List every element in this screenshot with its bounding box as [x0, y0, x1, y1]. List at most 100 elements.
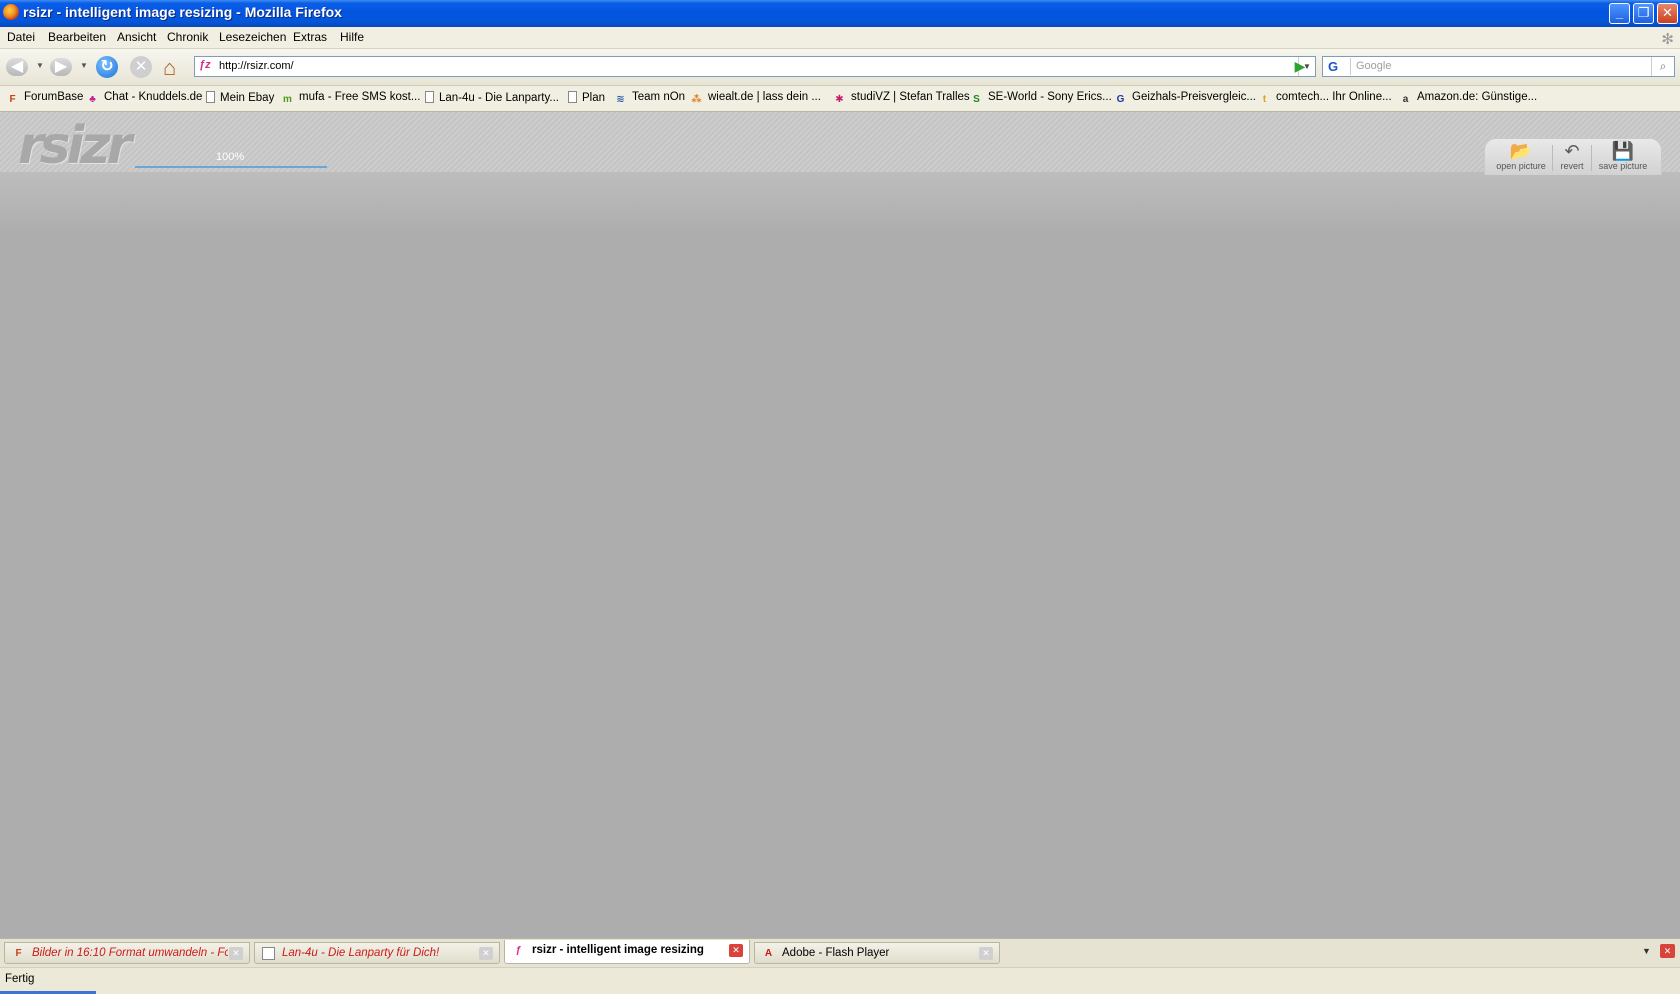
window-title: rsizr - intelligent image resizing - Moz…	[23, 4, 342, 20]
bookmark-item[interactable]: S SE-World - Sony Erics...	[970, 91, 1112, 106]
forumbase-icon: F	[9, 94, 16, 105]
bookmarks-toolbar: F ForumBase ♣ Chat - Knuddels.de Mein Ebay m m…	[0, 86, 1680, 112]
bookmark-label: ForumBase	[24, 91, 84, 103]
menu-bearbeiten[interactable]: Bearbeiten	[48, 30, 106, 44]
throbber-icon: ✻	[1661, 31, 1674, 48]
tab-label: Lan-4u - Die Lanparty für Dich!	[282, 947, 440, 959]
tab-label: rsizr - intelligent image resizing	[532, 944, 704, 956]
bookmark-label: Lan-4u - Die Lanparty...	[439, 92, 559, 104]
revert-icon: ↶	[1564, 141, 1580, 161]
bookmark-item[interactable]: ⁂ wiealt.de | lass dein ...	[690, 91, 821, 106]
bookmark-item[interactable]: G Geizhals-Preisvergleic...	[1114, 91, 1256, 106]
menu-bar: Datei Bearbeiten Ansicht Chronik Lesezei…	[0, 27, 1680, 49]
minimize-button[interactable]: _	[1609, 3, 1630, 24]
tab-label: Adobe - Flash Player	[782, 947, 890, 959]
stop-icon: ✕	[130, 56, 152, 78]
url-bar[interactable]: ƒz http://rsizr.com/ ▼	[194, 56, 1316, 77]
page-icon	[262, 947, 275, 960]
bookmark-label: Team nOn	[632, 91, 686, 103]
wiealt-icon: ⁂	[691, 94, 702, 105]
open-picture-label: open picture	[1496, 161, 1546, 171]
rsizr-header: rsizr 100% 📂 open picture ↶ revert 💾 sav…	[0, 112, 1680, 176]
forward-button[interactable]: ▶	[50, 55, 74, 79]
tool-panel: 📂 open picture ↶ revert 💾 save picture	[1484, 138, 1662, 175]
open-folder-icon: 📂	[1509, 141, 1533, 161]
browser-tab[interactable]: ƒ rsizr - intelligent image resizing ✕	[504, 940, 750, 964]
navigation-toolbar: ◀ ▼ ▶ ▼ ↻ ✕ ⌂ ƒz http://rsizr.com/ ▼ ▶ G…	[0, 49, 1680, 86]
bookmark-label: Plan	[582, 92, 606, 104]
status-text: Fertig	[5, 973, 35, 985]
bookmark-item[interactable]: Mein Ebay	[206, 91, 274, 104]
bookmark-label: wiealt.de | lass dein ...	[708, 91, 821, 103]
close-tab-icon[interactable]: ✕	[729, 944, 743, 957]
open-picture-button[interactable]: 📂 open picture	[1493, 141, 1549, 171]
bookmark-item[interactable]: F ForumBase	[6, 91, 83, 106]
rsizr-icon: ƒ	[515, 945, 522, 956]
browser-tab[interactable]: F Bilder in 16:10 Format umwandeln - Fo..…	[4, 942, 250, 964]
firefox-icon[interactable]	[3, 4, 19, 20]
bookmark-item[interactable]: ≋ Team nOn	[614, 91, 685, 106]
browser-tab[interactable]: A Adobe - Flash Player ✕	[754, 942, 1000, 964]
save-picture-label: save picture	[1598, 161, 1648, 171]
menu-chronik[interactable]: Chronik	[167, 30, 208, 44]
url-text[interactable]: http://rsizr.com/	[219, 60, 294, 72]
revert-button[interactable]: ↶ revert	[1556, 141, 1588, 171]
window-titlebar[interactable]: rsizr - intelligent image resizing - Moz…	[0, 0, 1680, 27]
bookmark-item[interactable]: Lan-4u - Die Lanparty...	[425, 91, 559, 104]
bookmark-label: SE-World - Sony Erics...	[988, 91, 1112, 103]
home-button[interactable]: ⌂	[163, 55, 187, 80]
page-content: rsizr 100% 📂 open picture ↶ revert 💾 sav…	[0, 112, 1680, 938]
studivz-icon: ✱	[835, 94, 844, 105]
search-box[interactable]: G Google ⌕	[1322, 56, 1675, 77]
menu-lesezeichen[interactable]: Lesezeichen	[219, 30, 286, 44]
maximize-button[interactable]: ❐	[1633, 3, 1654, 24]
menu-ansicht[interactable]: Ansicht	[117, 30, 156, 44]
bookmark-item[interactable]: ♣ Chat - Knuddels.de	[86, 91, 202, 106]
close-tab-icon[interactable]: ✕	[979, 947, 993, 960]
bookmark-label: comtech... Ihr Online...	[1276, 91, 1392, 103]
bookmark-label: studiVZ | Stefan Tralles	[851, 91, 970, 103]
bookmark-item[interactable]: ✱ studiVZ | Stefan Tralles	[833, 91, 970, 106]
tab-list-dropdown[interactable]: ▼	[1642, 946, 1651, 956]
stop-button[interactable]: ✕	[130, 55, 154, 79]
rsizr-favicon-icon: ƒz	[199, 59, 211, 71]
close-tab-icon[interactable]: ✕	[229, 947, 243, 960]
bookmark-label: Mein Ebay	[220, 92, 275, 104]
adobe-icon: A	[764, 948, 773, 959]
close-tab-icon[interactable]: ✕	[1660, 944, 1675, 958]
tab-bar: ▼ ✕ F Bilder in 16:10 Format umwandeln - …	[0, 938, 1680, 967]
zoom-label: 100%	[216, 151, 245, 163]
bookmark-item[interactable]: t comtech... Ihr Online...	[1258, 91, 1392, 106]
go-button[interactable]: ▶	[1290, 57, 1310, 76]
rsizr-logo: rsizr	[18, 116, 132, 176]
bookmark-item[interactable]: m mufa - Free SMS kost...	[281, 91, 420, 106]
forward-history-dropdown[interactable]: ▼	[80, 61, 88, 70]
bookmark-label: mufa - Free SMS kost...	[299, 91, 421, 103]
tab-label: Bilder in 16:10 Format umwandeln - Fo...	[32, 947, 228, 959]
close-button[interactable]: ✕	[1657, 3, 1678, 24]
back-button[interactable]: ◀	[6, 55, 30, 79]
reload-button[interactable]: ↻	[96, 55, 120, 79]
bookmark-label: Geizhals-Preisvergleic...	[1132, 91, 1256, 103]
team-non-icon: ≋	[616, 94, 625, 105]
google-engine-icon[interactable]: G	[1325, 58, 1351, 75]
back-history-dropdown[interactable]: ▼	[36, 61, 44, 70]
zoom-slider[interactable]	[135, 166, 327, 168]
menu-hilfe[interactable]: Hilfe	[340, 30, 364, 44]
page-icon	[568, 91, 577, 103]
bookmark-item[interactable]: a Amazon.de: Günstige...	[1399, 91, 1537, 106]
menu-extras[interactable]: Extras	[293, 30, 327, 44]
bookmark-item[interactable]: Plan	[568, 91, 605, 104]
close-tab-icon[interactable]: ✕	[479, 947, 493, 960]
search-magnifier-icon[interactable]: ⌕	[1651, 57, 1674, 76]
save-disk-icon: 💾	[1611, 141, 1635, 161]
zoom-slider-fill	[135, 166, 327, 168]
browser-tab[interactable]: Lan-4u - Die Lanparty für Dich! ✕	[254, 942, 500, 964]
revert-label: revert	[1560, 161, 1584, 171]
save-picture-button[interactable]: 💾 save picture	[1595, 141, 1651, 171]
se-world-icon: S	[973, 94, 980, 105]
knuddels-icon: ♣	[89, 94, 96, 105]
menu-datei[interactable]: Datei	[7, 30, 35, 44]
geizhals-icon: G	[1116, 94, 1125, 105]
search-input[interactable]: Google	[1356, 60, 1391, 72]
